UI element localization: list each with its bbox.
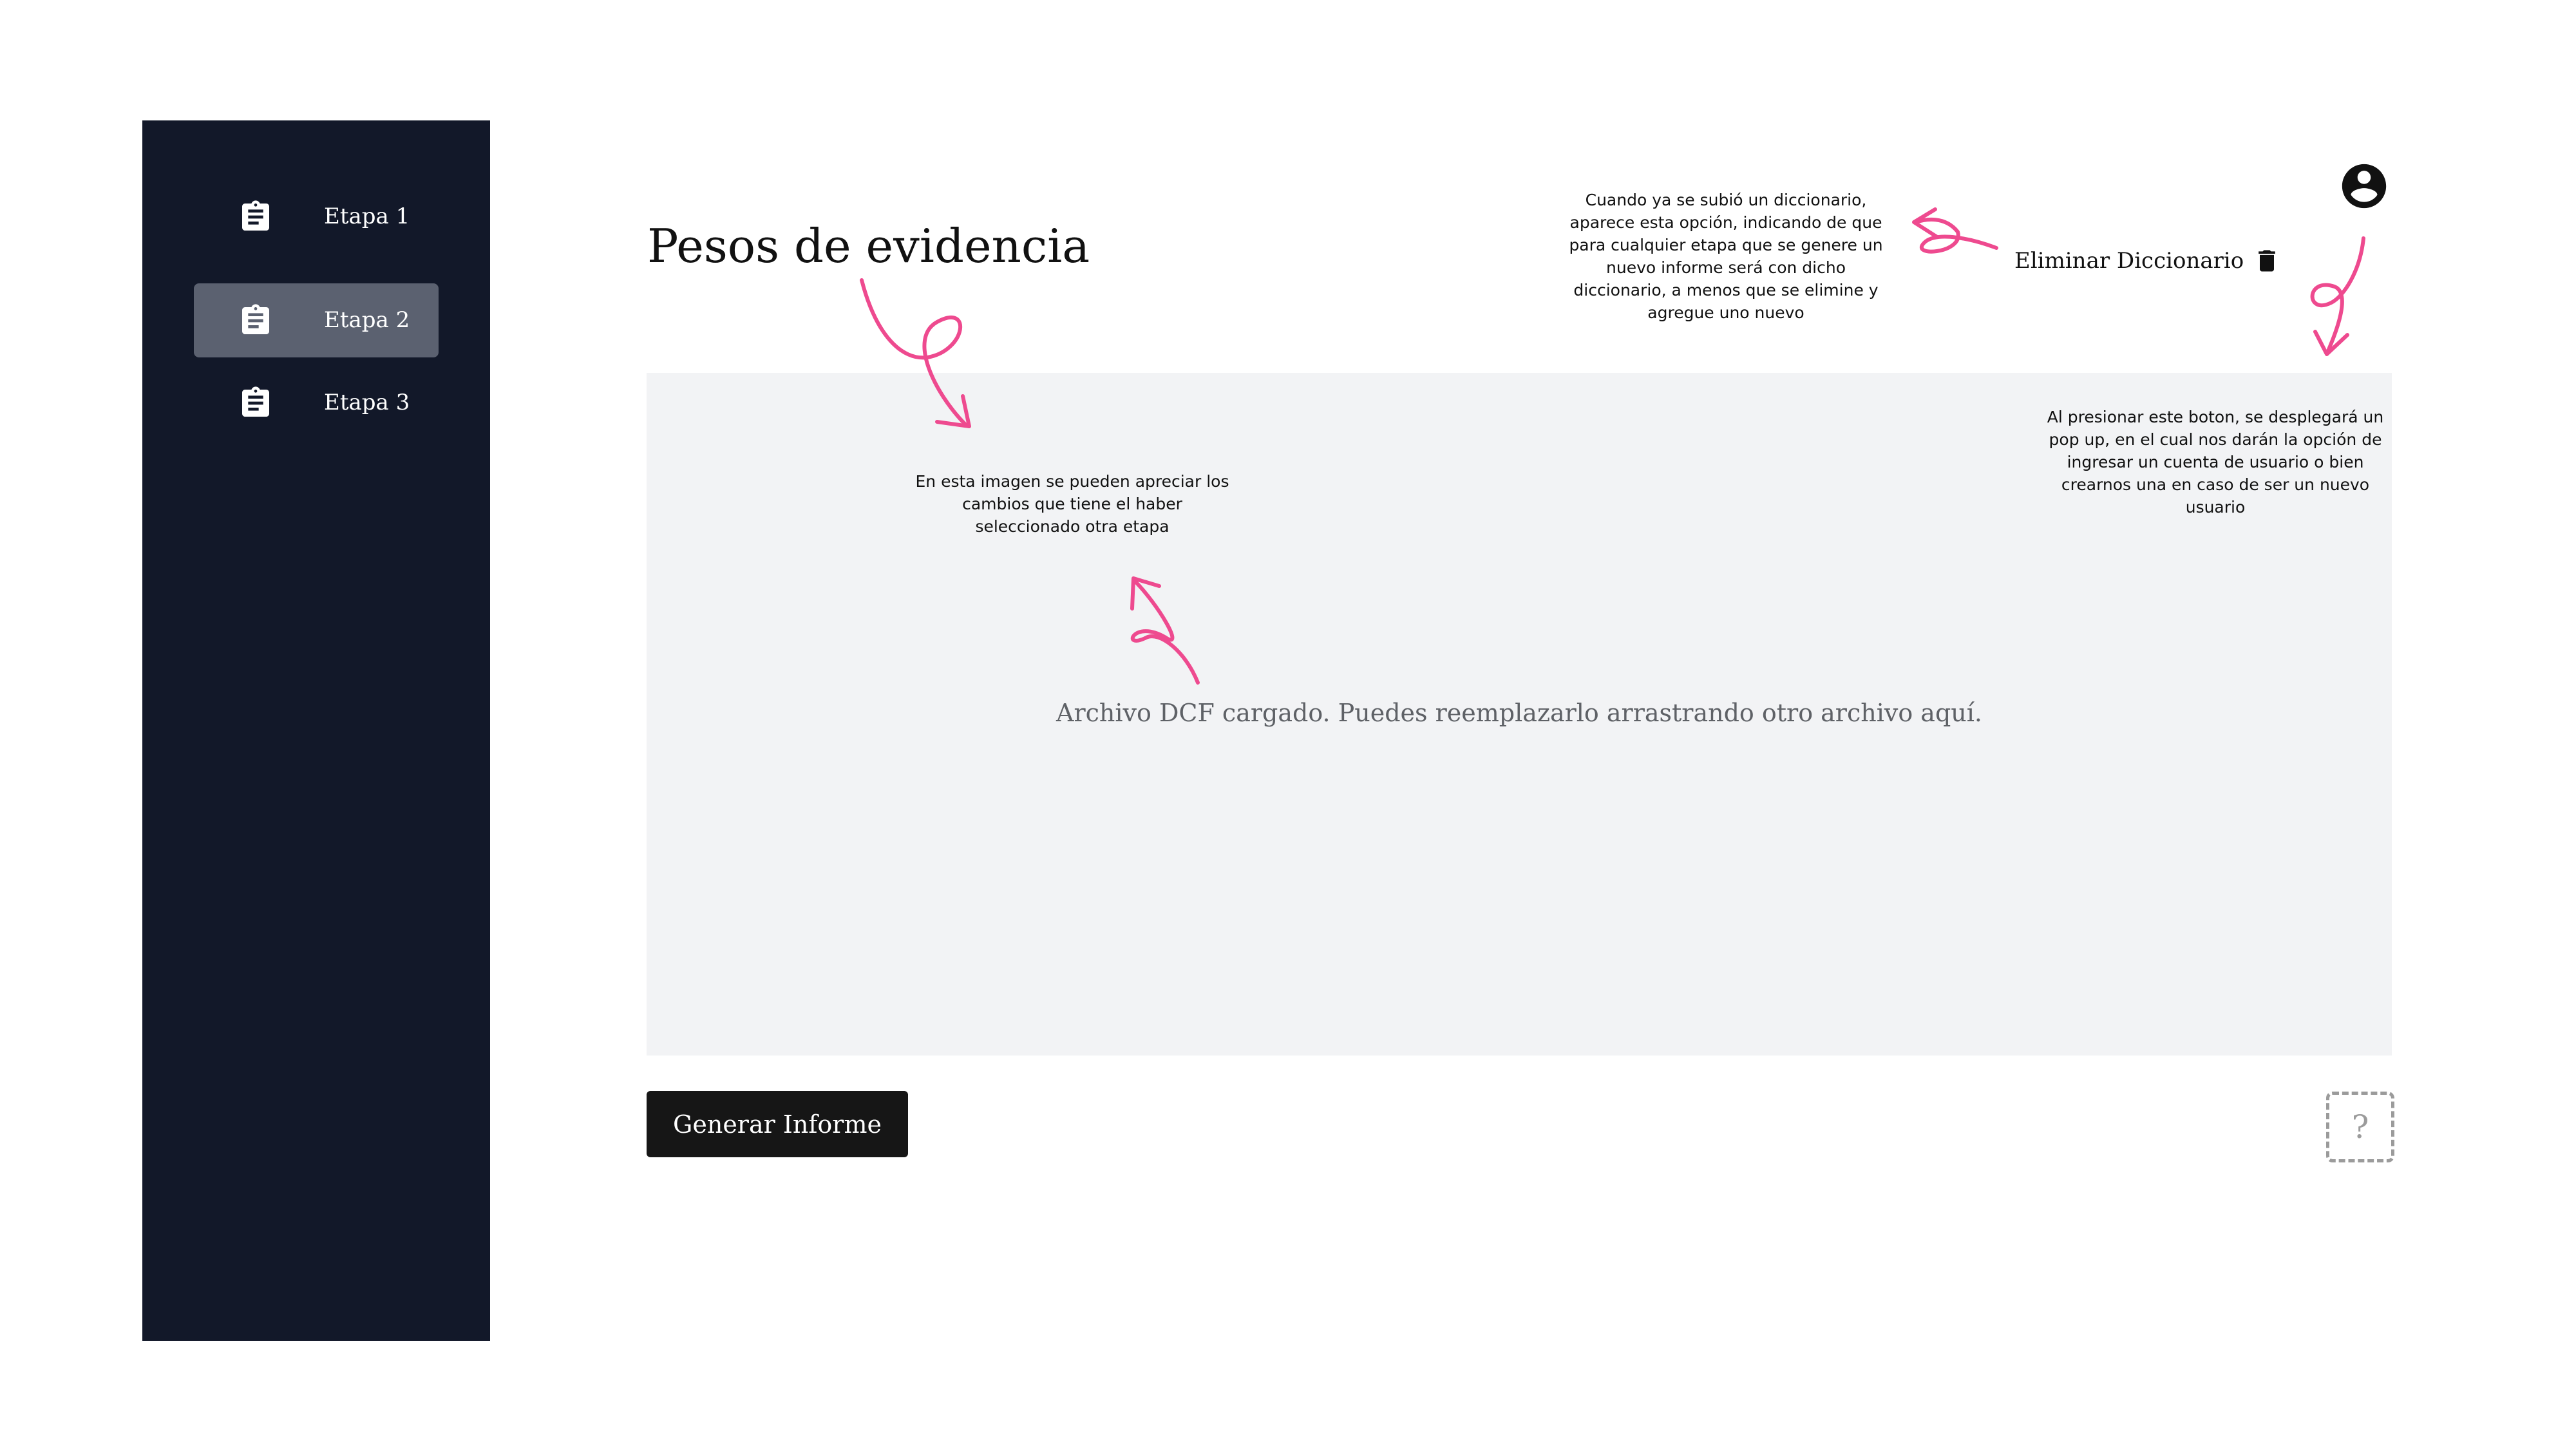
annotation-arrow-dictionary [1914,217,1998,254]
annotation-dictionary-note: Cuando ya se subió un diccionario, apare… [1569,191,1883,322]
delete-dictionary-button[interactable]: Eliminar Diccionario [2014,242,2281,280]
annotation-arrow-dictionary-head [1912,207,1939,239]
sidebar-item-etapa-2[interactable]: Etapa 2 [194,283,439,357]
sidebar-item-label: Etapa 1 [324,204,410,229]
annotation-arrow-user-head [2313,330,2349,356]
trash-icon [2259,250,2276,272]
sidebar-item-label: Etapa 3 [324,390,410,415]
help-button[interactable]: ? [2326,1092,2394,1162]
sidebar-item-label: Etapa 2 [324,307,410,333]
clipboard-icon [242,200,269,231]
page-title: Pesos de evidencia [647,219,1090,273]
generate-report-button[interactable]: Generar Informe [647,1091,908,1157]
annotation-user-note: Al presionar este boton, se desplegará u… [2047,408,2384,516]
user-account-icon[interactable] [2338,160,2391,213]
clipboard-icon [242,386,269,417]
dropzone-message: Archivo DCF cargado. Puedes reemplazarlo… [1056,699,1982,727]
sidebar-item-etapa-1[interactable]: Etapa 1 [194,180,439,254]
clipboard-icon [242,304,269,334]
sidebar: Etapa 1 Etapa 2 Etapa 3 [142,120,490,1341]
delete-dictionary-label: Eliminar Diccionario [2014,248,2244,274]
annotation-stage-note: En esta imagen se pueden apreciar los ca… [915,472,1229,536]
sidebar-item-etapa-3[interactable]: Etapa 3 [194,366,439,440]
annotation-arrow-user [2310,236,2365,353]
